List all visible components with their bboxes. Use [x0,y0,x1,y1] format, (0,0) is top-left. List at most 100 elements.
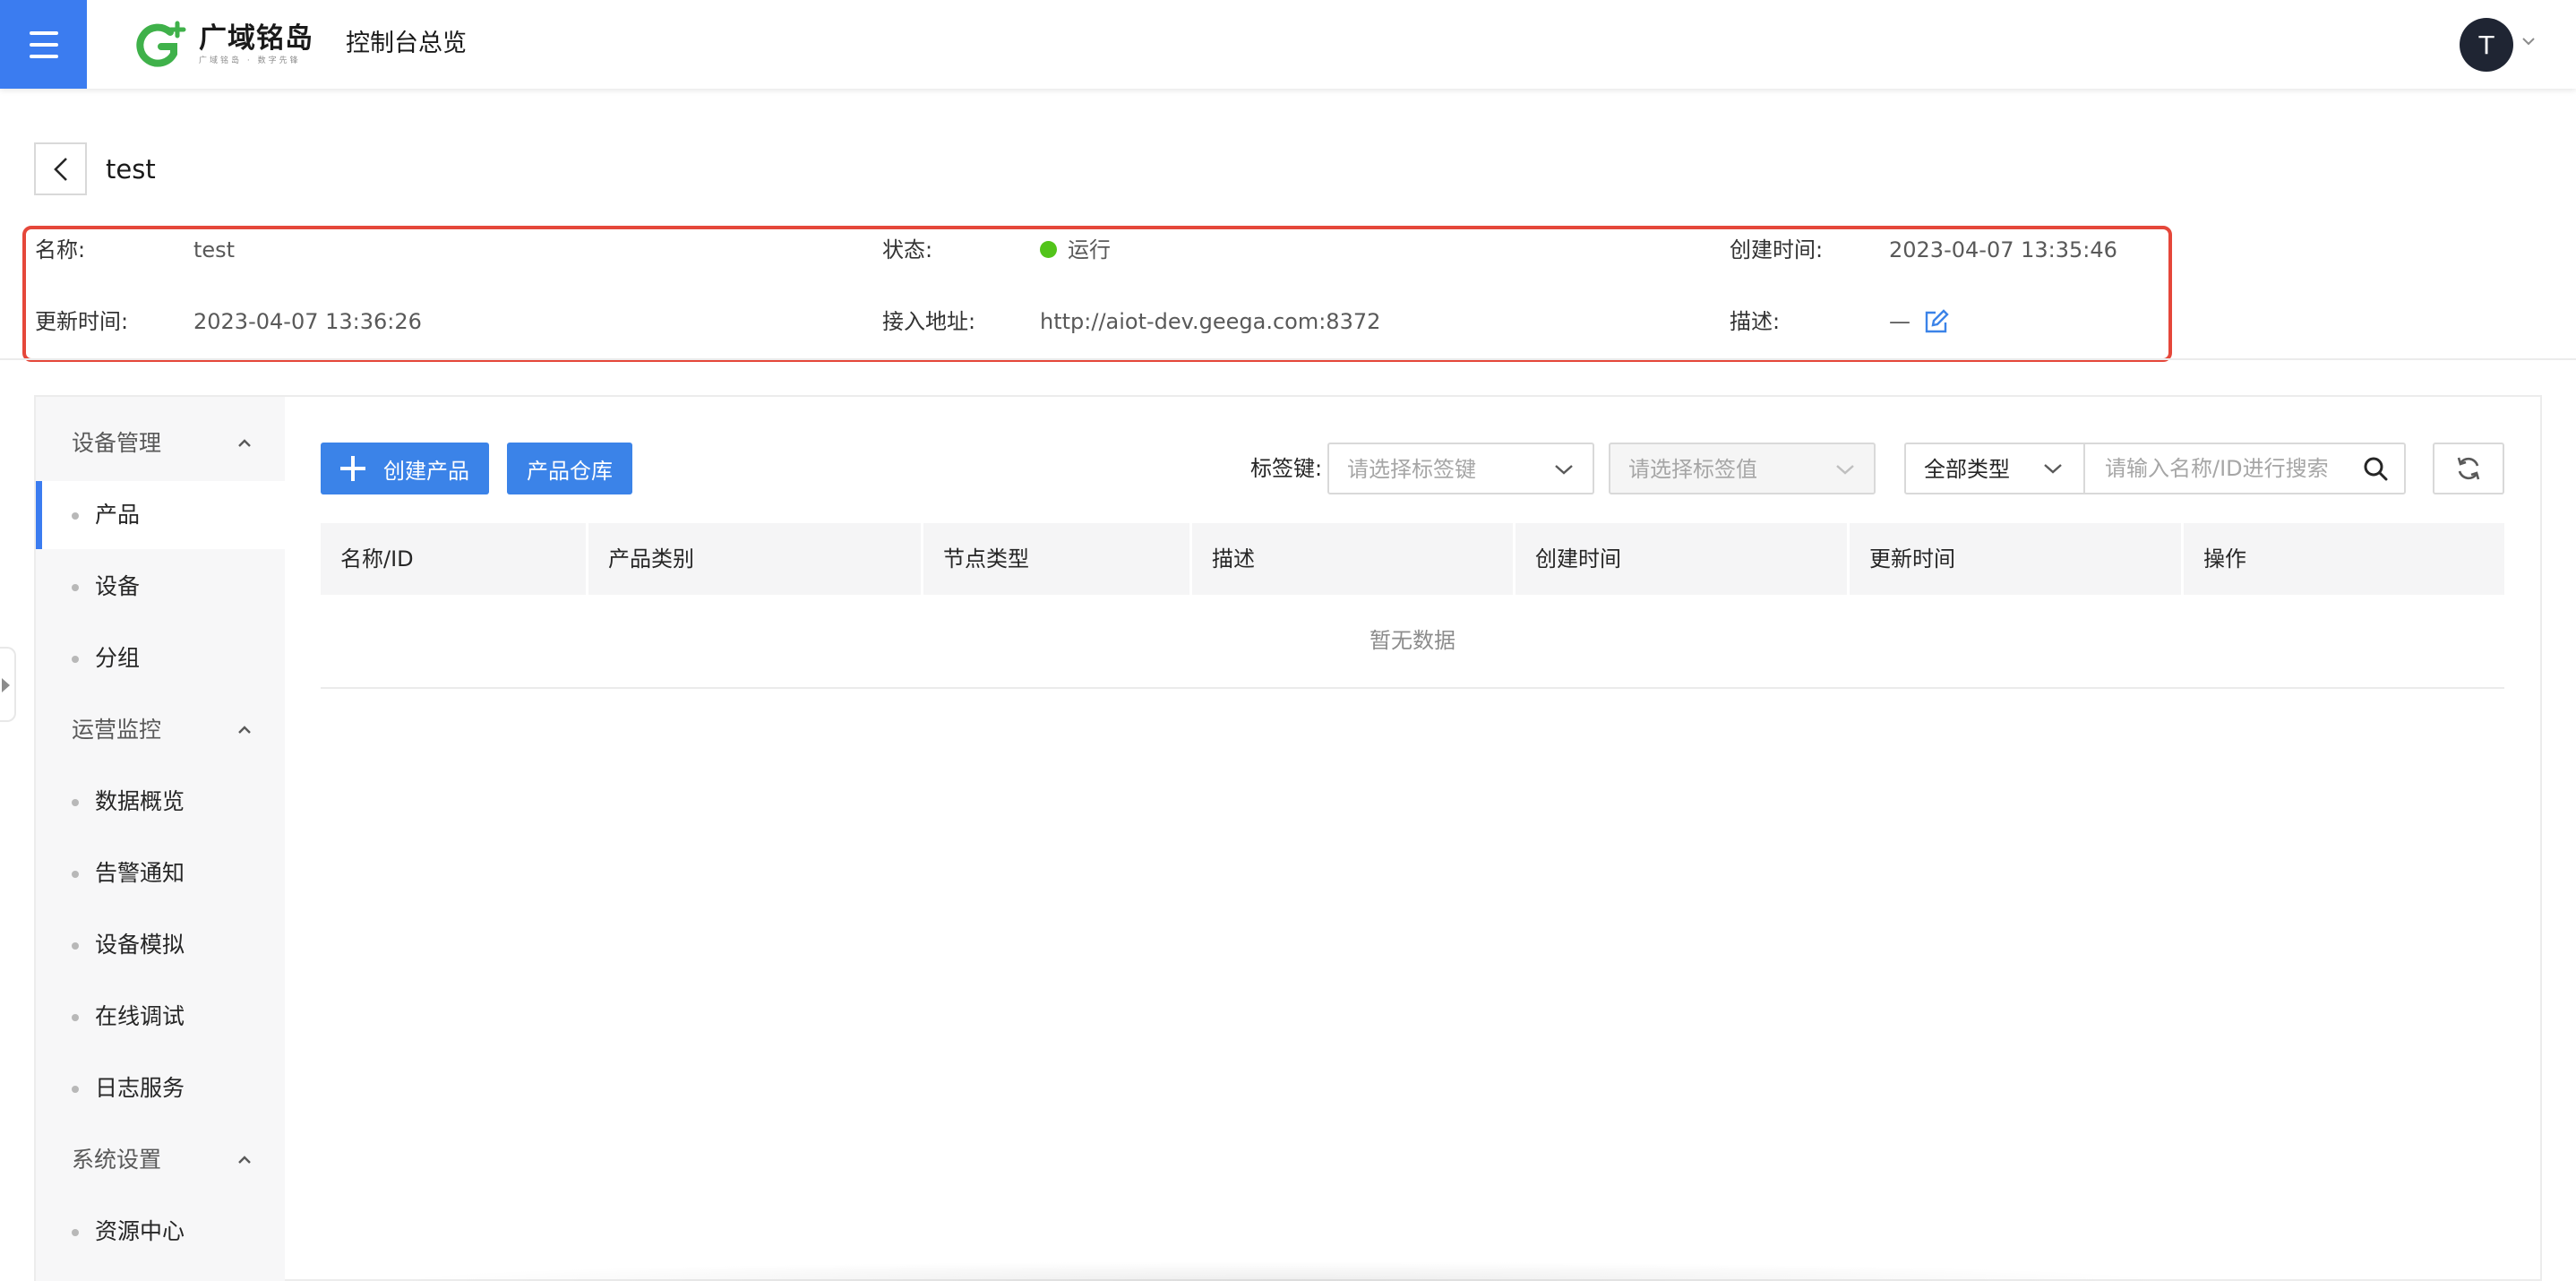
status-value: 运行 [1068,237,1111,262]
sidebar-group-device-management[interactable]: 设备管理 [36,412,285,475]
bottom-shadow [376,1261,2185,1281]
type-filter-select[interactable]: 全部类型 [1906,444,2085,493]
chevron-up-icon [238,439,251,447]
tag-key-label: 标签键: [1250,456,1323,481]
table-header: 名称/ID 产品类别 节点类型 描述 创建时间 更新时间 操作 [321,523,2504,595]
sidebar: 设备管理 产品 设备 分组 运营监控 数据概览 告警通知 设备模拟 在线调试 日… [36,397,285,1281]
top-header: 广域铭岛 广域铭岛 · 数字先锋 控制台总览 T [0,0,2576,89]
chevron-down-icon [1836,465,1854,475]
description-label: 描述: [1730,309,1781,334]
logo-title: 广域铭岛 [199,22,313,55]
section-divider [0,358,2576,360]
column-header-label: 描述 [1212,546,1255,572]
brand-logo[interactable]: 广域铭岛 广域铭岛 · 数字先锋 [134,20,313,70]
column-header-product-category[interactable]: 产品类别 [588,523,923,595]
description-value: — [1889,309,1911,334]
created-time-value: 2023-04-07 13:35:46 [1889,237,2117,262]
type-filter-value: 全部类型 [1924,457,2010,482]
create-product-label: 创建产品 [383,458,469,484]
bullet-icon [72,799,79,806]
status-label: 状态: [882,237,933,262]
column-header-description[interactable]: 描述 [1192,523,1516,595]
sidebar-group-label: 系统设置 [72,1147,162,1173]
sidebar-item-group[interactable]: 分组 [36,624,285,692]
chevron-left-icon [53,157,67,181]
column-header-node-type[interactable]: 节点类型 [923,523,1192,595]
sidebar-item-resource-center[interactable]: 资源中心 [36,1198,285,1266]
hamburger-menu-icon[interactable] [0,0,87,89]
column-header-name-id[interactable]: 名称/ID [321,523,588,595]
sidebar-item-online-debug[interactable]: 在线调试 [36,983,285,1051]
sidebar-item-label: 数据概览 [95,788,185,814]
sidebar-item-label: 产品 [95,502,141,528]
chevron-down-icon[interactable] [2521,34,2536,48]
name-label: 名称: [35,237,86,262]
search-group: 全部类型 [1904,443,2406,494]
tag-key-select[interactable]: 请选择标签键 [1327,443,1594,494]
product-warehouse-label: 产品仓库 [527,458,613,484]
console-title[interactable]: 控制台总览 [346,27,467,61]
bullet-icon [72,656,79,663]
plus-icon [340,456,365,481]
sidebar-group-operations-monitoring[interactable]: 运营监控 [36,699,285,761]
product-warehouse-button[interactable]: 产品仓库 [507,443,632,494]
sidebar-item-label: 分组 [95,645,141,671]
edit-icon[interactable] [1924,309,1949,334]
table-divider [321,687,2504,689]
chevron-down-icon [1555,465,1573,475]
tag-value-select[interactable]: 请选择标签值 [1609,443,1876,494]
refresh-button[interactable] [2433,443,2504,494]
bullet-icon [72,942,79,950]
user-avatar[interactable]: T [2460,18,2513,72]
column-header-label: 节点类型 [943,546,1029,572]
sidebar-item-label: 设备 [95,573,141,599]
back-button[interactable] [34,142,87,195]
sidebar-item-label: 在线调试 [95,1003,185,1029]
page-title: test [106,154,156,185]
sidebar-collapse-handle[interactable] [0,647,16,722]
column-header-updated-time[interactable]: 更新时间 [1850,523,2184,595]
table-empty-text: 暂无数据 [1370,628,1455,653]
column-header-label: 更新时间 [1869,546,1955,572]
updated-time-label: 更新时间: [35,309,129,334]
bullet-icon [72,1014,79,1021]
logo-mark-icon [136,21,186,67]
search-input[interactable] [2087,444,2356,493]
search-icon[interactable] [2363,456,2388,481]
name-value: test [193,237,236,262]
chevron-up-icon [238,726,251,734]
chevron-down-icon [2044,464,2062,474]
column-header-label: 产品类别 [608,546,694,572]
sidebar-item-device[interactable]: 设备 [36,553,285,621]
bullet-icon [72,512,79,520]
sidebar-item-label: 设备模拟 [95,932,185,958]
sidebar-item-label: 告警通知 [95,860,185,886]
sidebar-group-label: 设备管理 [72,430,162,456]
column-header-label: 操作 [2203,546,2246,572]
access-address-label: 接入地址: [882,309,976,334]
sidebar-group-system-settings[interactable]: 系统设置 [36,1129,285,1191]
logo-subtitle: 广域铭岛 · 数字先锋 [199,56,301,65]
chevron-up-icon [238,1156,251,1164]
sidebar-group-label: 运营监控 [72,717,162,743]
updated-time-value: 2023-04-07 13:36:26 [193,309,422,334]
bullet-icon [72,1229,79,1236]
bullet-icon [72,584,79,591]
sidebar-item-label: 资源中心 [95,1218,185,1244]
tag-value-placeholder: 请选择标签值 [1628,457,1757,482]
sidebar-item-alert-notification[interactable]: 告警通知 [36,839,285,907]
refresh-icon [2457,457,2480,480]
access-address-value: http://aiot-dev.geega.com:8372 [1040,309,1381,334]
column-header-label: 创建时间 [1535,546,1621,572]
status-dot-icon [1040,241,1057,258]
created-time-label: 创建时间: [1730,237,1824,262]
sidebar-item-data-overview[interactable]: 数据概览 [36,768,285,836]
column-header-actions[interactable]: 操作 [2184,523,2504,595]
sidebar-item-label: 日志服务 [95,1075,185,1101]
sidebar-item-product[interactable]: 产品 [36,481,285,549]
create-product-button[interactable]: 创建产品 [321,443,489,494]
column-header-label: 名称/ID [340,546,414,572]
sidebar-item-device-simulation[interactable]: 设备模拟 [36,911,285,979]
column-header-created-time[interactable]: 创建时间 [1516,523,1850,595]
sidebar-item-log-service[interactable]: 日志服务 [36,1054,285,1122]
